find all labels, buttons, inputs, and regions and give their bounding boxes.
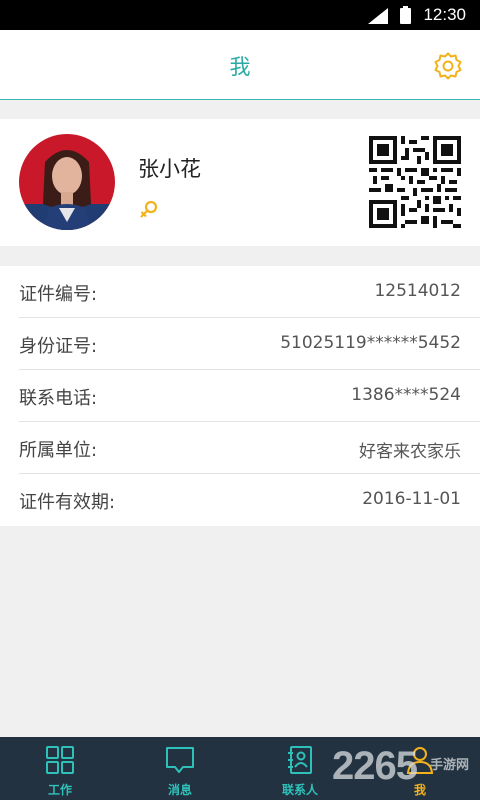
qr-code-icon[interactable]: [369, 136, 461, 228]
top-header: 我: [0, 30, 480, 100]
row-label: 证件有效期:: [19, 492, 116, 513]
tab-work[interactable]: 工作: [0, 737, 120, 800]
row-value: 12514012: [374, 281, 461, 301]
watermark: 2265 手游网: [332, 744, 469, 789]
page-title: 我: [229, 55, 251, 79]
info-row-id-number: 证件编号: 12514012: [19, 266, 480, 318]
tab-messages[interactable]: 消息: [120, 737, 240, 800]
row-value: 好客来农家乐: [359, 442, 461, 462]
battery-icon: [400, 6, 411, 24]
info-row-organization: 所属单位: 好客来农家乐: [19, 422, 480, 474]
row-label: 身份证号:: [19, 336, 98, 357]
info-row-phone: 联系电话: 1386****524: [19, 370, 480, 422]
contacts-icon: [288, 746, 312, 774]
watermark-number: 2265: [332, 744, 418, 788]
tab-label: 工作: [47, 783, 72, 797]
status-bar: 12:30: [0, 0, 480, 30]
message-icon: [166, 747, 194, 773]
row-value: 1386****524: [351, 385, 461, 405]
signal-icon: [368, 8, 388, 24]
row-value: 51025119******5452: [280, 333, 461, 353]
profile-card[interactable]: 张小花: [0, 119, 480, 246]
grid-icon: [46, 746, 74, 774]
row-label: 证件编号:: [19, 284, 98, 305]
gear-icon[interactable]: [433, 51, 463, 81]
row-label: 联系电话:: [19, 388, 98, 409]
user-name: 张小花: [138, 157, 201, 181]
info-row-identity-card: 身份证号: 51025119******5452: [19, 318, 480, 370]
info-row-expiry: 证件有效期: 2016-11-01: [19, 474, 480, 526]
watermark-text: 手游网: [430, 758, 470, 773]
female-icon: [140, 200, 158, 218]
avatar[interactable]: [19, 134, 115, 230]
status-time: 12:30: [423, 5, 466, 24]
tab-label: 消息: [167, 783, 192, 797]
row-value: 2016-11-01: [362, 489, 461, 509]
row-label: 所属单位:: [19, 440, 98, 461]
info-list: 证件编号: 12514012 身份证号: 51025119******5452 …: [0, 266, 480, 526]
